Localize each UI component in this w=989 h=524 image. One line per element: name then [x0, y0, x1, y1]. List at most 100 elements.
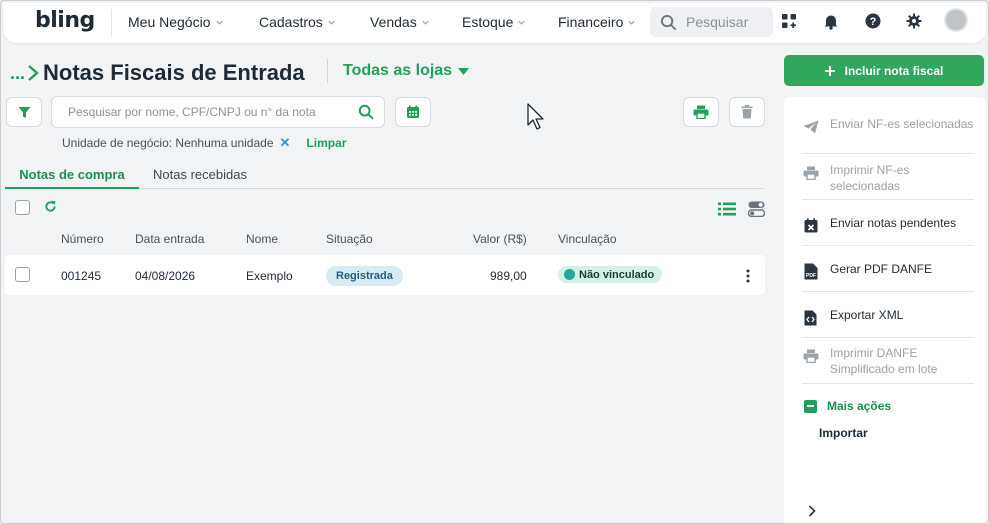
status-dot-icon — [564, 269, 575, 280]
nav-divider — [111, 9, 112, 37]
action-exportar-xml[interactable]: Exportar XML — [802, 307, 974, 338]
action-imprimir-danfe-simplificado[interactable]: Imprimir DANFE Simplificado em lote — [802, 345, 974, 384]
tab-bar: Notas de compra Notas recebidas — [5, 165, 765, 189]
more-actions-toggle[interactable]: Mais ações — [804, 399, 891, 413]
cell-valor: 989,00 — [490, 269, 527, 283]
nav-financeiro[interactable]: Financeiro — [558, 14, 636, 30]
column-header-vinculacao[interactable]: Vinculação — [558, 232, 617, 246]
tab-notas-recebidas[interactable]: Notas recebidas — [153, 167, 247, 187]
breadcrumb-dots[interactable]: ... — [10, 63, 25, 84]
svg-text:PDF: PDF — [806, 273, 816, 279]
page-title: Notas Fiscais de Entrada — [43, 60, 305, 85]
chevron-down-icon — [518, 20, 525, 25]
apps-icon[interactable] — [780, 12, 798, 30]
bell-icon[interactable] — [822, 12, 840, 30]
action-label: Enviar NF-es selecionadas — [830, 117, 974, 131]
nav-label: Estoque — [462, 14, 514, 30]
status-badge: Registrada — [326, 266, 403, 286]
column-header-situacao[interactable]: Situação — [326, 232, 373, 246]
active-filter: Unidade de negócio: Nenhuma unidade ✕ Li… — [62, 135, 346, 151]
column-header-nome[interactable]: Nome — [246, 232, 278, 246]
nav-label: Cadastros — [259, 14, 323, 30]
list-view-icon[interactable] — [718, 202, 736, 216]
action-imprimir-nfes[interactable]: Imprimir NF-es selecionadas — [802, 162, 974, 200]
action-enviar-pendentes[interactable]: Enviar notas pendentes — [802, 215, 974, 246]
printer-icon — [802, 164, 819, 181]
title-separator — [327, 59, 328, 83]
column-header-numero[interactable]: Número — [61, 232, 104, 246]
top-navigation: bling Meu Negócio Cadastros Vendas Estoq… — [3, 3, 986, 43]
remove-filter-icon[interactable]: ✕ — [280, 135, 291, 151]
calendar-icon — [407, 105, 419, 118]
action-label: Exportar XML — [830, 308, 904, 322]
more-actions-label: Mais ações — [827, 399, 892, 413]
column-header-valor[interactable]: Valor (R$) — [473, 232, 527, 246]
actions-panel: Enviar NF-es selecionadas Imprimir NF-es… — [784, 97, 986, 523]
table-row[interactable]: 001245 04/08/2026 Exemplo Registrada 989… — [5, 255, 765, 295]
document-search-input[interactable] — [68, 105, 358, 119]
svg-text:?: ? — [870, 16, 877, 28]
pdf-file-icon: PDF — [802, 263, 819, 280]
action-enviar-nfes[interactable]: Enviar NF-es selecionadas — [802, 116, 974, 154]
plus-icon — [824, 65, 835, 76]
columns-toggle-icon[interactable] — [748, 201, 765, 217]
more-vertical-icon[interactable] — [746, 269, 750, 283]
global-search-input[interactable] — [686, 14, 766, 30]
cell-numero: 001245 — [61, 269, 102, 283]
printer-icon — [693, 105, 709, 119]
action-label: Imprimir DANFE Simplificado em lote — [830, 346, 938, 376]
action-label: Gerar PDF DANFE — [830, 262, 933, 276]
nav-cadastros[interactable]: Cadastros — [259, 14, 336, 30]
delete-button[interactable] — [729, 97, 765, 127]
store-select[interactable]: Todas as lojas — [343, 62, 470, 80]
nav-label: Financeiro — [558, 14, 624, 30]
store-select-label: Todas as lojas — [343, 62, 453, 79]
refresh-icon[interactable] — [44, 200, 57, 213]
filter-label: Unidade de negócio: Nenhuma unidade — [62, 136, 274, 150]
chevron-down-icon — [328, 20, 335, 25]
search-icon[interactable] — [358, 104, 374, 120]
chevron-right-icon — [28, 65, 39, 81]
collapse-icon — [804, 399, 817, 413]
chevron-down-icon — [422, 20, 429, 25]
gear-icon[interactable] — [905, 12, 923, 30]
tab-notas-de-compra[interactable]: Notas de compra — [5, 167, 139, 189]
filter-icon — [18, 106, 30, 118]
print-button[interactable] — [683, 97, 719, 127]
printer-icon — [802, 347, 819, 364]
user-avatar[interactable] — [944, 8, 968, 32]
mouse-cursor-icon — [527, 103, 544, 130]
global-search[interactable] — [650, 7, 773, 37]
action-label: Imprimir NF-es selecionadas — [830, 163, 910, 193]
nav-meu-negocio[interactable]: Meu Negócio — [128, 14, 224, 30]
include-invoice-button[interactable]: Incluir nota fiscal — [784, 55, 984, 86]
breadcrumb: ... Notas Fiscais de Entrada — [10, 60, 305, 86]
document-search[interactable] — [51, 96, 385, 128]
chevron-right-icon[interactable] — [808, 505, 816, 517]
nav-vendas[interactable]: Vendas — [370, 14, 430, 30]
import-action[interactable]: Importar — [819, 426, 868, 440]
row-checkbox[interactable] — [15, 267, 30, 282]
trash-icon — [741, 105, 753, 119]
date-filter-button[interactable] — [395, 97, 431, 127]
action-label: Enviar notas pendentes — [830, 216, 957, 230]
clear-filters-link[interactable]: Limpar — [306, 136, 346, 150]
chevron-down-icon — [628, 20, 635, 25]
filter-button[interactable] — [6, 97, 42, 127]
link-status-badge: Não vinculado — [558, 266, 663, 283]
calendar-x-icon — [802, 217, 819, 234]
include-invoice-label: Incluir nota fiscal — [844, 63, 944, 78]
search-icon — [660, 14, 677, 30]
bling-logo[interactable]: bling — [35, 8, 95, 33]
chevron-down-icon — [215, 20, 223, 25]
action-gerar-pdf-danfe[interactable]: PDF Gerar PDF DANFE — [802, 261, 974, 292]
help-icon[interactable]: ? — [864, 12, 882, 30]
cell-data-entrada: 04/08/2026 — [135, 269, 196, 283]
nav-label: Meu Negócio — [128, 14, 211, 30]
select-all-checkbox[interactable] — [15, 200, 30, 215]
nav-label: Vendas — [370, 14, 417, 30]
nav-estoque[interactable]: Estoque — [462, 14, 526, 30]
caret-down-icon — [458, 67, 470, 75]
column-header-data-entrada[interactable]: Data entrada — [135, 232, 204, 246]
link-status-label: Não vinculado — [579, 268, 655, 281]
